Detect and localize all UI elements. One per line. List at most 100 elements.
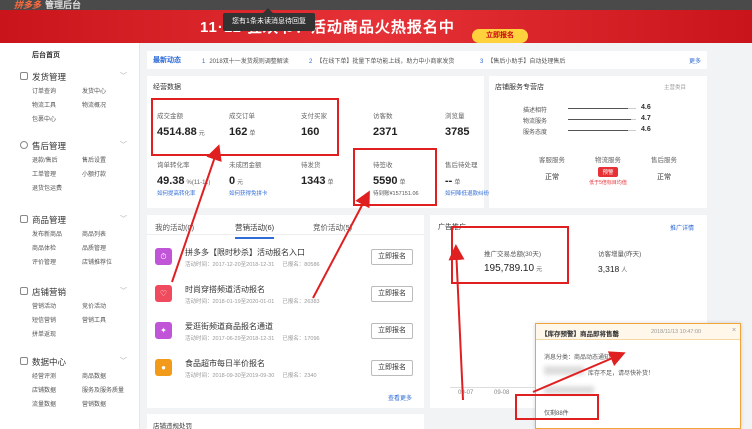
sidebar-item[interactable]: 物流概况 xyxy=(82,100,132,109)
close-icon[interactable]: × xyxy=(732,327,736,334)
warning-badge: 预警 xyxy=(598,167,618,177)
flash-sale-icon: ⏱ xyxy=(155,248,172,265)
sidebar-item[interactable]: 退货包运费 xyxy=(32,183,82,192)
blurred-product xyxy=(544,366,584,375)
sidebar-home[interactable]: 后台首页 xyxy=(32,50,60,60)
sidebar-item[interactable]: 品质管理 xyxy=(82,243,132,252)
promotion-detail-link[interactable]: 推广详情 xyxy=(670,223,694,232)
dynamics-item[interactable]: 3 【售后小助手】自动处理售后 xyxy=(480,56,565,65)
service-logistics: 物流服务 预警 低于5倍标目均值 xyxy=(589,157,627,186)
chart-icon xyxy=(20,357,28,365)
service-customer: 客服服务 正常 xyxy=(539,157,565,181)
tab-bidding-activity[interactable]: 竞价活动(5) xyxy=(313,222,352,233)
main-category-link[interactable]: 主营类目 xyxy=(664,83,686,91)
stock-warning-popup[interactable]: 【库存预警】商品即将售罄 2018/11/13 10:47:00 × 消息分类：… xyxy=(535,323,741,429)
top-bar: 拼多多 管理后台 xyxy=(0,0,752,10)
fashion-icon: ♡ xyxy=(155,285,172,302)
score-logistics: 物流服务 4.7 xyxy=(523,115,651,125)
popup-category: 消息分类：商品动态通知 xyxy=(544,355,611,361)
sidebar-item[interactable]: 退款/售后 xyxy=(32,155,82,164)
sidebar-item[interactable]: 包裹中心 xyxy=(32,114,82,123)
chevron-icon: ﹀ xyxy=(120,216,127,223)
chevron-icon: ﹀ xyxy=(120,142,127,149)
shopping-icon: ✦ xyxy=(155,322,172,339)
score-description: 描述相符 4.6 xyxy=(523,104,651,114)
sidebar-item[interactable]: 商品数据 xyxy=(82,371,132,380)
dynamics-more-link[interactable]: 更多 xyxy=(689,56,701,65)
view-more-link[interactable]: 查看更多 xyxy=(388,393,412,402)
sidebar-item[interactable]: 工单管理 xyxy=(32,169,82,178)
store-icon xyxy=(20,287,28,295)
help-link[interactable]: 如何降低退款纠纷 xyxy=(445,189,489,197)
metric-aftersale-pending: 售后待处理 -- 单 如何降低退款纠纷 xyxy=(445,162,490,197)
sidebar-item[interactable]: 物流工具 xyxy=(32,100,82,109)
dynamics-label: 最新动态 xyxy=(153,57,181,64)
message-notice-tooltip[interactable]: 您有1条未读消息待回复 xyxy=(223,8,315,31)
signup-button[interactable]: 立即报名 xyxy=(371,249,413,265)
sidebar-item[interactable]: 评价管理 xyxy=(32,257,82,266)
promo-banner[interactable]: 11·11 狂欢节！活动商品火热报名中 立即报名 xyxy=(0,10,752,43)
sidebar-item[interactable]: 小额打款 xyxy=(82,169,132,178)
app-title: 管理后台 xyxy=(45,0,82,10)
sidebar-item[interactable]: 店铺数据 xyxy=(32,385,82,394)
metric-promo-gmv: 推广交易总额(30天) 195,789.10 元 xyxy=(484,251,543,274)
sidebar-item[interactable]: 店铺推荐位 xyxy=(82,257,132,266)
sidebar-item[interactable]: 竞价活动 xyxy=(82,301,132,310)
tab-my-activity[interactable]: 我的活动(0) xyxy=(155,222,194,233)
sidebar: 后台首页 发货管理 ﹀ 订单查询 发货中心 物流工具 物流概况 包裹中心 售后管理… xyxy=(0,43,140,429)
popup-stock-left: 仅剩88件 xyxy=(544,411,569,417)
activity-row: ● 食品超市每日半价报名 活动时间：2018-09-30至2019-09-30 已… xyxy=(155,355,417,385)
sidebar-item[interactable]: 短信营销 xyxy=(32,315,82,324)
axis-tick: 09-07 xyxy=(458,390,474,396)
food-icon: ● xyxy=(155,359,172,376)
truck-icon xyxy=(20,72,28,80)
sidebar-item[interactable]: 售后设置 xyxy=(82,155,132,164)
dynamics-item[interactable]: 2 【在线下单】批量下单功能上线，助力中小商家发货 xyxy=(309,56,454,65)
sidebar-section-marketing: 店铺营销 ﹀ 营销活动 竞价活动 短信营销 营销工具 拼单返现 xyxy=(20,286,132,338)
sidebar-section-data: 数据中心 ﹀ 经营评测 商品数据 店铺数据 服务及服务质量 流量数据 营销数据 xyxy=(20,356,132,408)
violation-panel: 店铺违规处罚 xyxy=(147,414,424,429)
signup-button[interactable]: 立即报名 xyxy=(371,286,413,302)
help-link[interactable]: 如何获得免拼卡 xyxy=(229,189,268,197)
help-link[interactable]: 如何提高转化率 xyxy=(157,189,210,197)
popup-time: 2018/11/13 10:47:00 xyxy=(651,329,702,335)
dynamics-item[interactable]: 1 2018双十一发货规则调整解读 xyxy=(202,56,289,65)
sidebar-item[interactable]: 拼单返现 xyxy=(32,329,82,338)
metric-gmv: 成交金额 4514.88 元 xyxy=(157,113,205,138)
signup-button[interactable]: 立即报名 xyxy=(371,323,413,339)
signup-button[interactable]: 立即报名 xyxy=(371,360,413,376)
chevron-icon: ﹀ xyxy=(120,73,127,80)
sidebar-item[interactable]: 营销工具 xyxy=(82,315,132,324)
sidebar-item[interactable]: 营销数据 xyxy=(82,399,132,408)
sidebar-item[interactable]: 商品体检 xyxy=(32,243,82,252)
service-aftersale: 售后服务 正常 xyxy=(651,157,677,181)
metric-orders: 成交订单 162 单 xyxy=(229,113,256,138)
shield-icon xyxy=(20,141,28,149)
activity-row: ✦ 爱逛街频道商品报名通道 活动时间：2017-06-29至2018-12-31… xyxy=(155,318,417,348)
sidebar-section-aftersale: 售后管理 ﹀ 退款/售后 售后设置 工单管理 小额打款 退货包运费 xyxy=(20,140,132,192)
activity-panel: 我的活动(0) 营销活动(6) 竞价活动(5) ⏱ 拼多多【限时秒杀】活动报名入… xyxy=(147,215,424,408)
pending-amount: 待到账¥157151.06 xyxy=(373,191,419,197)
operating-data-panel: 经营数据 成交金额 4514.88 元 成交订单 162 单 支付买家 160 访客… xyxy=(147,76,489,208)
panel-title: 经营数据 xyxy=(153,84,181,91)
sidebar-item[interactable]: 发货中心 xyxy=(82,86,132,95)
sidebar-item[interactable]: 服务及服务质量 xyxy=(82,385,132,394)
sidebar-item[interactable]: 订单查询 xyxy=(32,86,82,95)
metric-buyers: 支付买家 160 xyxy=(301,113,327,138)
sidebar-section-shipping: 发货管理 ﹀ 订单查询 发货中心 物流工具 物流概况 包裹中心 xyxy=(20,71,132,123)
banner-signup-button[interactable]: 立即报名 xyxy=(472,29,528,43)
sidebar-item[interactable]: 流量数据 xyxy=(32,399,82,408)
sidebar-item[interactable]: 营销活动 xyxy=(32,301,82,310)
tab-marketing-activity[interactable]: 营销活动(6) xyxy=(235,222,275,239)
popup-title: 【库存预警】商品即将售罄 xyxy=(541,331,619,338)
metric-to-ship: 待发货 1343 单 xyxy=(301,162,334,187)
chevron-icon: ﹀ xyxy=(120,288,127,295)
sidebar-section-goods: 商品管理 ﹀ 发布新商品 商品列表 商品体检 品质管理 评价管理 店铺推荐位 xyxy=(20,214,132,266)
sidebar-item[interactable]: 发布新商品 xyxy=(32,229,82,238)
sidebar-item[interactable]: 商品列表 xyxy=(82,229,132,238)
metric-unformed-amount: 未成团金额 0元 如何获得免拼卡 xyxy=(229,162,268,197)
panel-title: 店铺违规处罚 xyxy=(153,423,192,429)
activity-tabs: 我的活动(0) 营销活动(6) 竞价活动(5) xyxy=(147,215,424,239)
shop-name: 店铺服务专营店 xyxy=(495,84,544,91)
sidebar-item[interactable]: 经营评测 xyxy=(32,371,82,380)
